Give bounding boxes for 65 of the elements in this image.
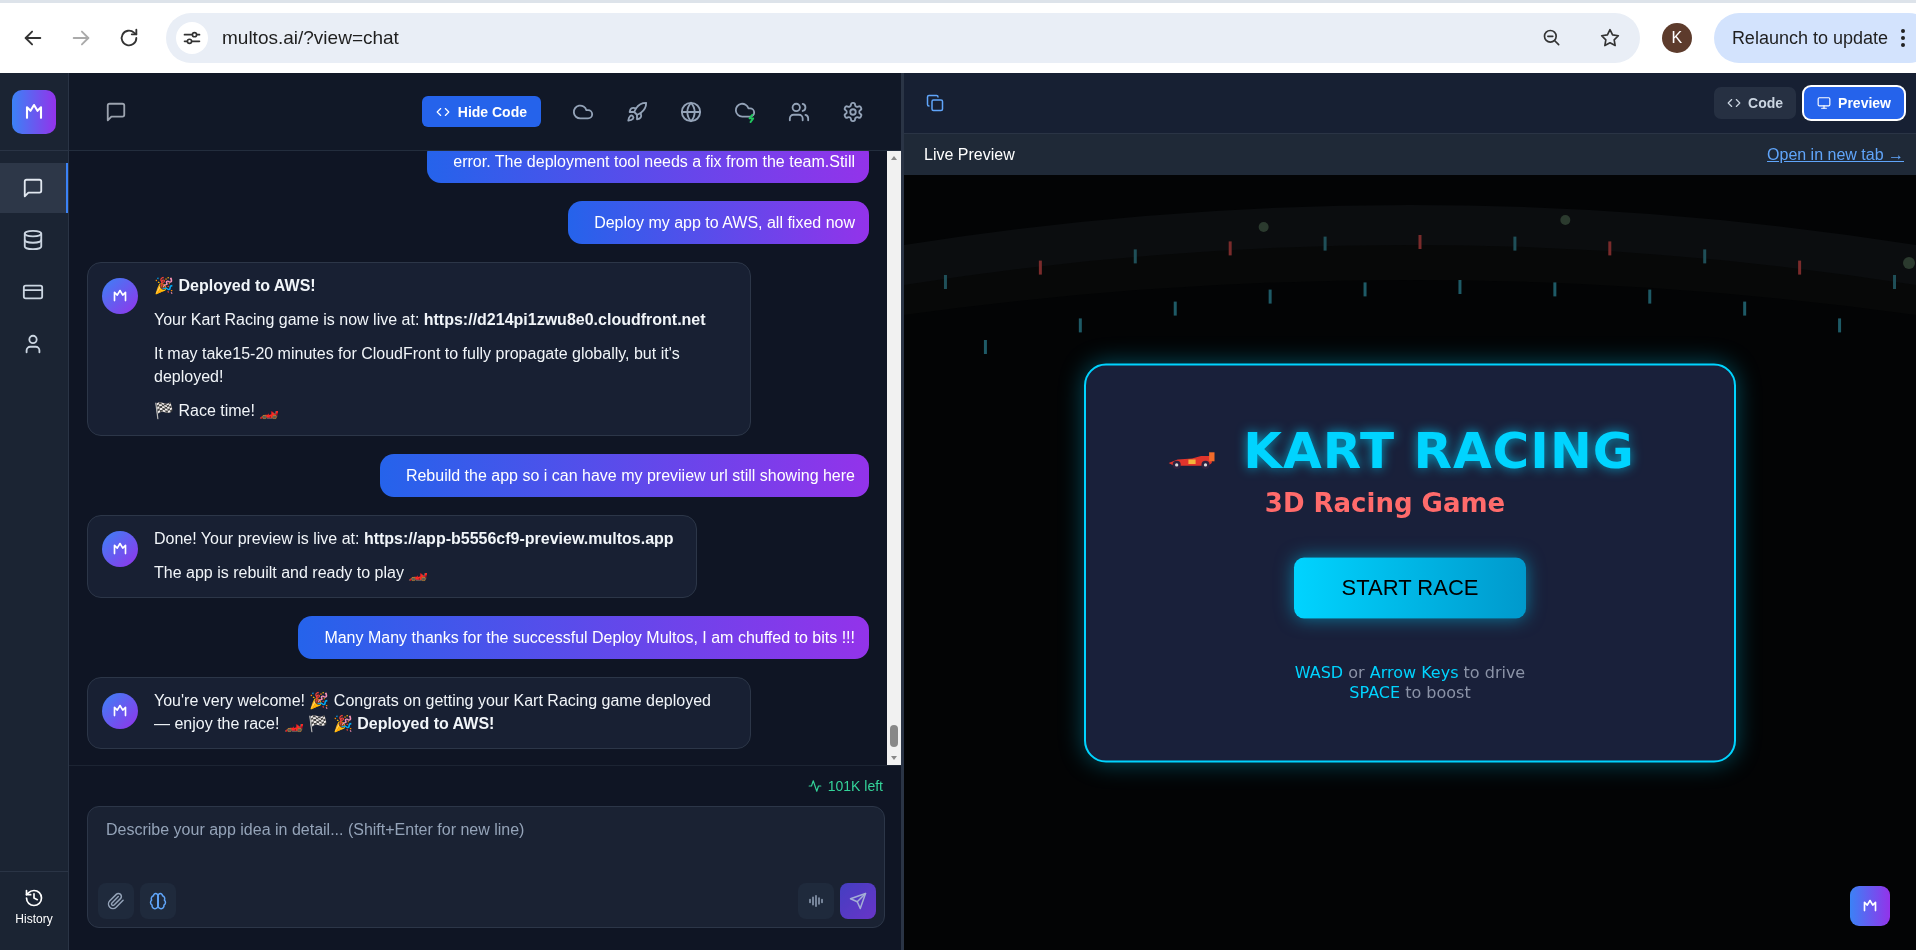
preview-tab[interactable]: Preview: [1804, 87, 1904, 119]
reload-icon: [118, 27, 140, 49]
users-icon: [788, 100, 810, 123]
zoom-out-icon[interactable]: [1541, 28, 1562, 48]
activity-icon: [807, 779, 822, 793]
more-menu-icon[interactable]: [1900, 28, 1906, 48]
panel-title: Live Preview: [924, 145, 1015, 164]
controls-hint: WASD or Arrow Keys to drive: [1294, 662, 1526, 682]
database-icon: [22, 229, 44, 251]
code-tab[interactable]: Code: [1714, 87, 1797, 119]
user-message: error. The deployment tool needs a fix from the team.Still: [427, 151, 869, 183]
bot-avatar: [102, 531, 138, 567]
monitor-icon: [1817, 96, 1832, 110]
bot-avatar: [102, 278, 138, 314]
cloud-bolt-icon: [734, 100, 756, 123]
waveform-icon: [807, 892, 825, 910]
copy-icon[interactable]: [926, 94, 944, 112]
site-settings-icon[interactable]: [176, 22, 208, 54]
user-message: Deploy my app to AWS, all fixed now: [568, 201, 869, 244]
message-text: Done! Your preview is live at: https://app-b5556cf9-preview.multos.app: [154, 529, 674, 549]
profile-avatar[interactable]: K: [1661, 23, 1692, 53]
bookmark-star-icon[interactable]: [1599, 28, 1620, 48]
app-logo[interactable]: [12, 89, 56, 134]
scrollbar[interactable]: [887, 151, 901, 765]
rocket-icon: [626, 100, 648, 123]
game-title: KART RACING: [1243, 421, 1635, 479]
controls-hint: SPACE to boost: [1349, 682, 1471, 702]
code-icon: [1727, 96, 1742, 110]
bot-avatar: [102, 693, 138, 729]
start-race-button[interactable]: START RACE: [1294, 557, 1526, 618]
user-message: Rebuild the app so i can have my previiew url still showing here: [379, 454, 869, 497]
hide-code-button[interactable]: Hide Code: [421, 96, 541, 127]
game-subtitle: 3D Racing Game: [1264, 487, 1506, 517]
scroll-down-icon[interactable]: [890, 755, 898, 761]
history-button[interactable]: History: [0, 871, 68, 950]
settings-icon: [842, 100, 864, 123]
message-field[interactable]: Describe your app idea in detail... (Shift+Enter for new line): [87, 806, 885, 928]
user-message: Many Many thanks for the successful Deploy Multos, I am chuffed to bits !!!: [298, 616, 869, 659]
message-text: 🏁 Race time! 🏎: [154, 401, 281, 421]
paperclip-icon: [107, 892, 125, 910]
message-text: Your Kart Racing game is now live at: https://d214pi1zwu8e0.cloudfront.net: [154, 310, 707, 330]
app-logo[interactable]: [1850, 886, 1890, 926]
message-input[interactable]: Describe your app idea in detail... (Shift+Enter for new line): [106, 821, 876, 883]
relaunch-button[interactable]: Relaunch to update: [1713, 13, 1916, 63]
attach-button[interactable]: [98, 883, 134, 919]
send-icon: [849, 892, 867, 910]
chat-icon: [22, 177, 44, 199]
chat-icon[interactable]: [105, 100, 127, 123]
message-text: It may take15-20 minutes for CloudFront to fully propagate globally, but it's deployed!: [154, 344, 681, 387]
open-in-new-tab-link[interactable]: Open in new tab →: [1767, 145, 1904, 164]
scrollbar-thumb[interactable]: [890, 725, 898, 747]
address-bar[interactable]: multos.ai/?view=chat: [166, 13, 1640, 63]
message-text: 🎉 Deployed to AWS!: [154, 276, 317, 297]
globe-icon: [680, 100, 702, 123]
token-meter: 101K left: [807, 778, 885, 794]
voice-button[interactable]: [798, 883, 834, 919]
send-button[interactable]: [840, 883, 876, 919]
chat-nav-button[interactable]: [0, 163, 68, 213]
message-text: You're very welcome! 🎉 Congrats on getting your Kart Racing game deployed — enjoy the race! 🏎 🏁 🎉 Deployed to AWS!: [154, 691, 712, 735]
url-text: multos.ai/?view=chat: [222, 27, 400, 49]
brain-button[interactable]: [140, 883, 176, 919]
brain-icon: [149, 892, 167, 910]
message-text: The app is rebuilt and ready to play 🏎: [154, 563, 430, 583]
history-icon: [24, 888, 44, 908]
scroll-up-icon[interactable]: [890, 155, 898, 161]
